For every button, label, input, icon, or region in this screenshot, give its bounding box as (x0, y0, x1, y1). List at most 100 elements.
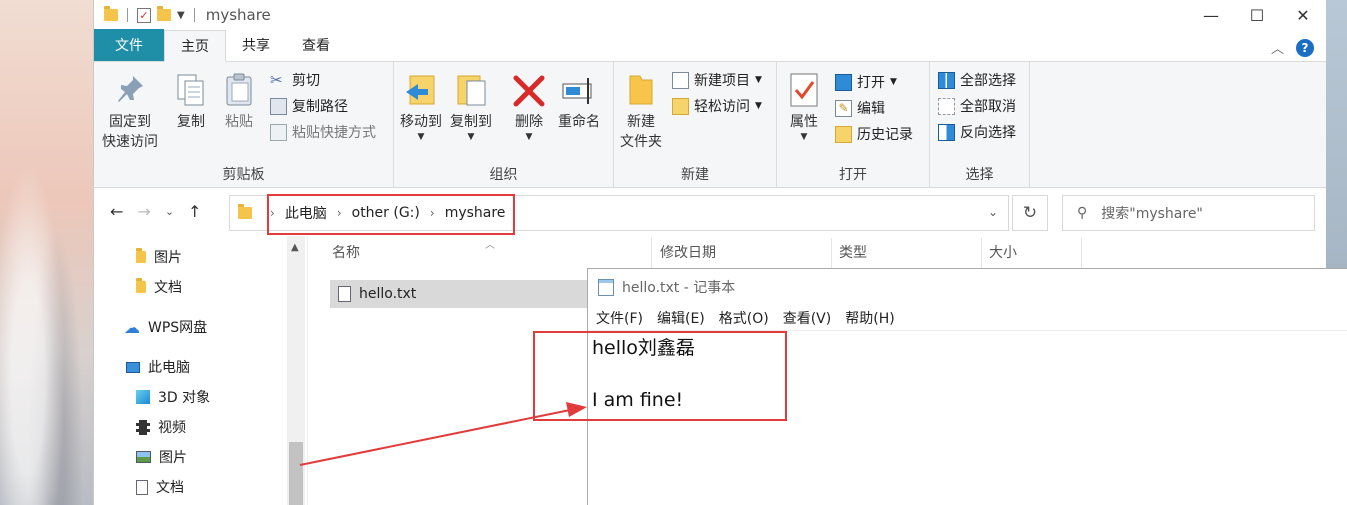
column-divider[interactable] (831, 238, 832, 268)
edit-button[interactable]: ✎ 编辑 (835, 98, 885, 118)
copy-path-button[interactable]: 复制路径 (270, 96, 348, 116)
edit-pencil-icon: ✎ (835, 99, 852, 117)
select-all-button[interactable]: 全部选择 (938, 70, 1016, 90)
file-row[interactable]: hello.txt (330, 280, 600, 308)
invert-selection-icon (938, 123, 955, 141)
copy-to-icon (457, 75, 486, 106)
notepad-menu-bar: 文件(F) 编辑(E) 格式(O) 查看(V) 帮助(H) (588, 305, 1347, 331)
open-button[interactable]: 打开 ▼ (835, 72, 897, 92)
refresh-icon: ↻ (1022, 203, 1038, 223)
nav-item-label: 图片 (159, 450, 187, 466)
folder-icon (136, 248, 146, 263)
menu-view[interactable]: 查看(V) (783, 308, 832, 328)
new-folder-label-2: 文件夹 (620, 134, 662, 150)
search-box[interactable]: ⚲ 搜索"myshare" (1062, 195, 1315, 231)
tab-share[interactable]: 共享 (226, 29, 286, 61)
new-folder-button[interactable]: 新建 文件夹 (620, 72, 662, 152)
properties-check-icon[interactable]: ✓ (137, 7, 151, 23)
nav-pane-scrollbar[interactable]: ▲ (287, 236, 305, 505)
new-group: 新建 文件夹 新建项目 ▼ 轻松访问 ▼ 新建 (614, 62, 777, 188)
column-header-name[interactable]: 名称 (332, 242, 360, 262)
text-file-icon (338, 286, 351, 302)
scrollbar-thumb[interactable] (289, 442, 303, 505)
properties-dropdown-icon: ▼ (800, 132, 808, 142)
copy-label: 复制 (177, 114, 205, 130)
paste-button[interactable]: 粘贴 (222, 72, 256, 132)
maximize-button[interactable]: ☐ (1234, 0, 1280, 30)
copy-icon (177, 74, 204, 106)
scroll-up-arrow-icon[interactable]: ▲ (291, 242, 299, 253)
select-none-label: 全部取消 (960, 99, 1016, 115)
close-button[interactable]: ✕ (1280, 0, 1326, 30)
column-header-date[interactable]: 修改日期 (660, 242, 716, 262)
nav-item-pictures[interactable]: 图片 (136, 247, 182, 267)
column-divider[interactable] (1081, 238, 1082, 268)
open-label: 打开 (857, 75, 885, 91)
rename-button[interactable]: 重命名 (558, 72, 600, 132)
pin-label-2: 快速访问 (102, 134, 158, 150)
column-header-size[interactable]: 大小 (989, 242, 1017, 262)
edit-label: 编辑 (857, 101, 885, 117)
easy-access-button[interactable]: 轻松访问 ▼ (672, 96, 762, 116)
file-name: hello.txt (359, 286, 417, 302)
forward-arrow-icon[interactable]: → (137, 202, 150, 221)
paste-shortcut-label: 粘贴快捷方式 (292, 125, 376, 141)
nav-item-label: 此电脑 (148, 360, 190, 376)
nav-item-documents-pc[interactable]: 文档 (136, 477, 184, 497)
select-none-button[interactable]: 全部取消 (938, 96, 1016, 116)
move-to-button[interactable]: 移动到 ▼ (400, 72, 442, 142)
nav-item-pictures-pc[interactable]: 图片 (136, 447, 187, 467)
help-icon[interactable]: ? (1296, 38, 1314, 57)
properties-button[interactable]: 属性 ▼ (787, 72, 821, 142)
history-button[interactable]: 历史记录 (835, 124, 913, 144)
tab-home[interactable]: 主页 (164, 30, 226, 62)
new-folder-label-1: 新建 (627, 114, 655, 130)
nav-item-documents[interactable]: 文档 (136, 277, 182, 297)
minimize-button[interactable]: — (1188, 0, 1234, 30)
divider (127, 8, 128, 22)
address-dropdown-chevron-icon[interactable]: ⌄ (988, 205, 998, 219)
column-divider[interactable] (651, 238, 652, 268)
open-icon (835, 73, 852, 91)
back-arrow-icon[interactable]: ← (110, 202, 123, 221)
nav-item-3d-objects[interactable]: 3D 对象 (136, 387, 210, 407)
content-highlight-box (533, 331, 787, 421)
window-title: myshare (205, 6, 271, 24)
up-arrow-icon[interactable]: ↑ (188, 202, 201, 221)
scissors-icon: ✂ (270, 70, 283, 89)
nav-item-label: 文档 (156, 480, 184, 496)
copy-path-icon (270, 97, 287, 115)
recent-locations-chevron-icon[interactable]: ⌄ (165, 205, 174, 218)
copy-button[interactable]: 复制 (174, 72, 208, 132)
column-divider[interactable] (981, 238, 982, 268)
nav-item-label: 图片 (154, 250, 182, 266)
pin-to-quick-access-button[interactable]: 固定到 快速访问 (102, 72, 158, 152)
delete-dropdown-icon: ▼ (525, 132, 533, 142)
menu-format[interactable]: 格式(O) (719, 308, 769, 328)
collapse-ribbon-chevron-icon[interactable]: ︿ (1271, 38, 1284, 57)
nav-item-videos[interactable]: 视频 (136, 417, 186, 437)
search-placeholder: 搜索"myshare" (1101, 206, 1203, 222)
new-item-button[interactable]: 新建项目 ▼ (672, 70, 762, 90)
nav-item-wps-cloud[interactable]: ☁ WPS网盘 (124, 317, 207, 337)
new-folder-icon[interactable] (157, 6, 171, 21)
refresh-button[interactable]: ↻ (1012, 195, 1048, 231)
organize-group-label: 组织 (489, 167, 518, 183)
rename-icon (562, 78, 592, 104)
ribbon-tabs: 文件 主页 共享 查看 ︿ ? (94, 29, 1326, 62)
column-header-type[interactable]: 类型 (839, 242, 867, 262)
menu-help[interactable]: 帮助(H) (845, 308, 894, 328)
tab-file[interactable]: 文件 (94, 29, 164, 61)
cut-button[interactable]: ✂ 剪切 (270, 70, 320, 90)
nav-item-this-pc[interactable]: 此电脑 (126, 357, 190, 377)
delete-button[interactable]: 删除 ▼ (512, 72, 546, 142)
window-controls: — ☐ ✕ (1188, 0, 1326, 30)
copy-to-button[interactable]: 复制到 ▼ (450, 72, 492, 142)
invert-selection-button[interactable]: 反向选择 (938, 122, 1016, 142)
paste-shortcut-button[interactable]: 粘贴快捷方式 (270, 122, 376, 142)
menu-file[interactable]: 文件(F) (596, 308, 643, 328)
customize-toolbar-chevron-icon[interactable]: ▼ (177, 10, 185, 21)
cut-label: 剪切 (292, 73, 320, 89)
menu-edit[interactable]: 编辑(E) (657, 308, 705, 328)
tab-view[interactable]: 查看 (286, 29, 346, 61)
